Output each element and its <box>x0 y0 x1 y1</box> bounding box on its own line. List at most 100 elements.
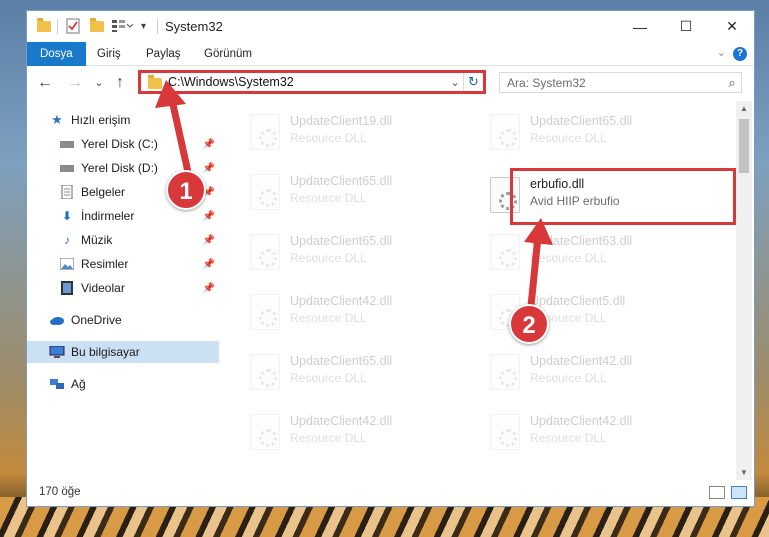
pin-icon[interactable]: 📌 <box>203 139 215 150</box>
title-bar: ▾ System32 — ☐ ✕ <box>27 11 754 42</box>
scroll-up-icon[interactable]: ▲ <box>736 101 752 117</box>
scrollbar-thumb[interactable] <box>739 119 749 173</box>
file-name: UpdateClient5.dll <box>530 294 626 308</box>
highlight-box-file <box>510 168 736 225</box>
sidebar-item-music[interactable]: ♪ Müzik 📌 <box>27 229 219 251</box>
window-folder-icon <box>37 17 51 34</box>
folder-icon <box>148 74 162 89</box>
up-button[interactable]: ↑ <box>110 73 130 93</box>
list-item[interactable]: UpdateClient65.dll Resource DLL <box>245 346 470 400</box>
search-input[interactable]: Ara: System32 ⌕ <box>499 72 742 93</box>
dll-file-icon <box>490 234 520 270</box>
refresh-button[interactable]: ↻ <box>463 73 483 91</box>
list-item[interactable]: UpdateClient42.dll Resource DLL <box>485 346 710 400</box>
search-icon[interactable]: ⌕ <box>723 75 741 91</box>
details-view-icon[interactable] <box>709 486 725 499</box>
drive-icon <box>59 161 75 175</box>
download-icon: ⬇ <box>61 209 73 223</box>
file-description: Resource DLL <box>530 131 607 145</box>
minimize-button[interactable]: — <box>617 11 663 42</box>
sidebar-item-network[interactable]: Ağ <box>27 373 219 395</box>
large-icons-view-icon[interactable] <box>731 486 747 499</box>
pin-icon[interactable]: 📌 <box>203 211 215 222</box>
tab-view[interactable]: Görünüm <box>204 42 252 66</box>
sidebar-item-label: Hızlı erişim <box>71 113 131 127</box>
pin-icon[interactable]: 📌 <box>203 259 215 270</box>
pin-icon[interactable]: 📌 <box>203 235 215 246</box>
list-item[interactable]: UpdateClient63.dll Resource DLL <box>485 226 710 280</box>
pin-icon[interactable]: 📌 <box>203 163 215 174</box>
navigation-pane: ★ Hızlı erişim Yerel Disk (C:) 📌 Yerel D… <box>27 101 220 481</box>
file-list: UpdateClient19.dll Resource DLL UpdateCl… <box>220 101 738 481</box>
sidebar-item-onedrive[interactable]: OneDrive <box>27 309 219 331</box>
pin-icon[interactable]: 📌 <box>203 283 215 294</box>
navigation-bar: ← → ⌄ ↑ C:\Windows\System32 ⌄ ↻ Ara: Sys… <box>27 67 754 100</box>
file-name: UpdateClient63.dll <box>530 234 633 248</box>
step-badge-1: 1 <box>166 170 206 210</box>
tab-share[interactable]: Paylaş <box>146 42 181 66</box>
chevron-down-icon[interactable]: ⌄ <box>447 76 463 89</box>
list-item[interactable]: UpdateClient19.dll Resource DLL <box>245 106 470 160</box>
documents-icon <box>59 185 75 199</box>
help-icon[interactable]: ? <box>733 47 747 61</box>
view-options-icon[interactable] <box>111 18 133 34</box>
file-description: Resource DLL <box>530 371 607 385</box>
properties-icon[interactable] <box>66 18 80 34</box>
tab-file[interactable]: Dosya <box>27 42 86 66</box>
list-item[interactable]: UpdateClient42.dll Resource DLL <box>245 286 470 340</box>
dll-file-icon <box>250 174 280 210</box>
close-button[interactable]: ✕ <box>709 11 755 42</box>
list-item[interactable]: UpdateClient65.dll Resource DLL <box>485 106 710 160</box>
address-text[interactable]: C:\Windows\System32 <box>168 75 447 89</box>
sidebar-item-pictures[interactable]: Resimler 📌 <box>27 253 219 275</box>
divider <box>57 19 58 34</box>
search-placeholder[interactable]: Ara: System32 <box>507 76 723 90</box>
list-item[interactable]: UpdateClient42.dll Resource DLL <box>245 406 470 460</box>
new-folder-icon[interactable] <box>90 17 104 34</box>
status-bar: 170 öğe <box>27 480 754 506</box>
file-description: Resource DLL <box>290 251 367 265</box>
drive-icon <box>59 137 75 151</box>
cloud-icon <box>49 313 65 327</box>
file-name: UpdateClient65.dll <box>290 354 393 368</box>
customize-toolbar-icon[interactable]: ▾ <box>141 18 146 34</box>
back-button[interactable]: ← <box>35 73 55 93</box>
sidebar-item-label: Ağ <box>71 377 86 391</box>
pictures-icon <box>59 257 75 271</box>
list-item[interactable]: UpdateClient42.dll Resource DLL <box>485 406 710 460</box>
sidebar-item-disk-c[interactable]: Yerel Disk (C:) 📌 <box>27 133 219 155</box>
recent-locations-button[interactable]: ⌄ <box>89 73 109 93</box>
network-icon <box>49 377 65 391</box>
dll-file-icon <box>250 114 280 150</box>
maximize-button[interactable]: ☐ <box>663 11 709 42</box>
divider <box>157 19 158 34</box>
file-name: UpdateClient19.dll <box>290 114 393 128</box>
sidebar-item-label: Videolar <box>81 281 125 295</box>
sidebar-item-videos[interactable]: Videolar 📌 <box>27 277 219 299</box>
address-bar[interactable]: C:\Windows\System32 ⌄ ↻ <box>138 70 486 94</box>
file-explorer-window: ▾ System32 — ☐ ✕ Dosya Giriş Paylaş Görü… <box>26 10 755 507</box>
vertical-scrollbar[interactable]: ▲ ▼ <box>736 101 752 481</box>
file-name: UpdateClient42.dll <box>530 354 633 368</box>
expand-ribbon-icon[interactable]: ⌄ <box>717 46 726 59</box>
sidebar-item-quick-access[interactable]: ★ Hızlı erişim <box>27 109 219 131</box>
tab-home[interactable]: Giriş <box>97 42 121 66</box>
dll-file-icon <box>250 414 280 450</box>
list-item[interactable]: UpdateClient65.dll Resource DLL <box>245 166 470 220</box>
scroll-down-icon[interactable]: ▼ <box>736 465 752 481</box>
sidebar-item-label: Müzik <box>81 233 113 247</box>
sidebar-item-this-pc[interactable]: Bu bilgisayar <box>27 341 219 363</box>
file-name: UpdateClient42.dll <box>290 294 393 308</box>
forward-button[interactable]: → <box>65 73 85 93</box>
dll-file-icon <box>250 294 280 330</box>
dll-file-icon <box>250 234 280 270</box>
file-description: Resource DLL <box>290 131 367 145</box>
file-description: Resource DLL <box>290 311 367 325</box>
item-count: 170 öğe <box>39 486 81 498</box>
file-name: UpdateClient65.dll <box>290 234 393 248</box>
list-item[interactable]: UpdateClient65.dll Resource DLL <box>245 226 470 280</box>
file-description: Resource DLL <box>290 371 367 385</box>
video-icon <box>59 281 75 295</box>
sidebar-item-label: Bu bilgisayar <box>71 345 140 359</box>
dll-file-icon <box>490 354 520 390</box>
